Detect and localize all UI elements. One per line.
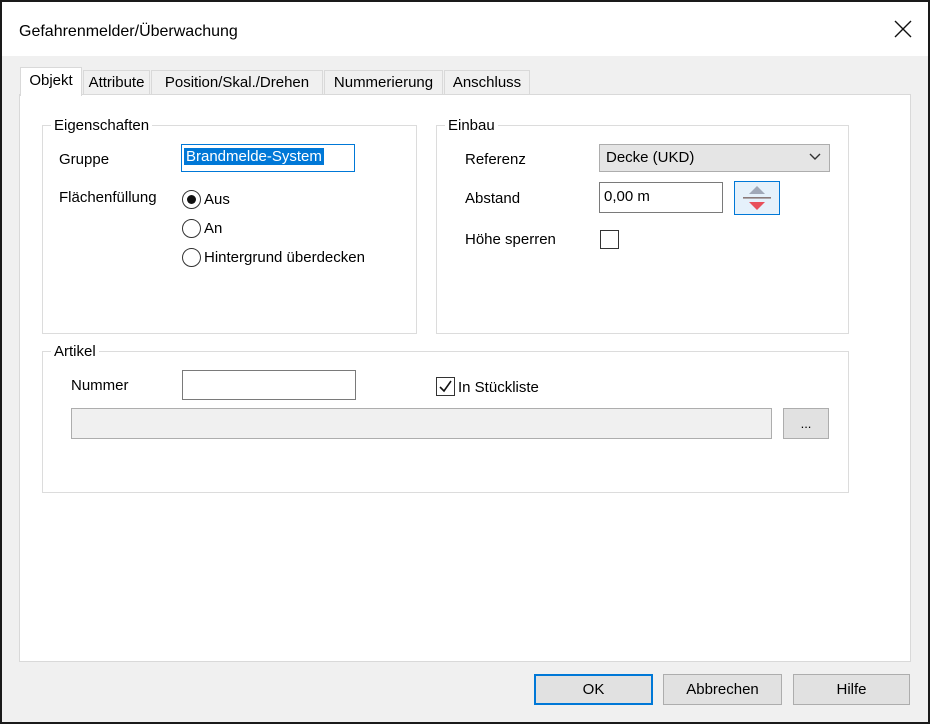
gruppe-value: Brandmelde-System: [184, 148, 324, 165]
gruppe-label: Gruppe: [59, 151, 110, 168]
tab-panel-objekt: Eigenschaften Gruppe Brandmelde-System F…: [19, 94, 911, 662]
abstand-label: Abstand: [465, 190, 521, 207]
help-button[interactable]: Hilfe: [793, 674, 910, 705]
gruppe-field[interactable]: Brandmelde-System: [181, 144, 355, 172]
browse-button[interactable]: ...: [783, 408, 829, 439]
eigenschaften-legend: Eigenschaften: [51, 117, 153, 134]
referenz-label: Referenz: [465, 151, 526, 168]
tab-anschluss[interactable]: Anschluss: [444, 70, 530, 95]
tab-objekt[interactable]: Objekt: [20, 67, 82, 96]
dialog-window: Gefahrenmelder/Überwachung Objekt Attrib…: [0, 0, 930, 724]
hoehe-sperren-label: Höhe sperren: [465, 231, 556, 248]
abstand-field[interactable]: 0,00 m: [599, 182, 723, 213]
close-icon: [894, 20, 912, 38]
referenz-value: Decke (UKD): [606, 149, 695, 166]
hoehe-sperren-checkbox[interactable]: [600, 230, 619, 249]
radio-hintergrund-label: Hintergrund überdecken: [204, 249, 365, 266]
nummer-label: Nummer: [71, 377, 129, 394]
radio-hintergrund[interactable]: Hintergrund überdecken: [182, 248, 365, 267]
height-toggle-button[interactable]: [734, 181, 780, 215]
window-title: Gefahrenmelder/Überwachung: [19, 23, 238, 40]
title-bar: Gefahrenmelder/Überwachung: [2, 2, 928, 56]
artikel-group: Artikel Nummer In Stückliste ...: [42, 343, 849, 493]
checkmark-icon: [439, 380, 452, 393]
radio-hintergrund-indicator: [182, 248, 201, 267]
radio-an[interactable]: An: [182, 219, 222, 238]
radio-aus-label: Aus: [204, 191, 230, 208]
referenz-dropdown[interactable]: Decke (UKD): [599, 144, 830, 172]
chevron-down-icon: [809, 153, 821, 160]
ok-button[interactable]: OK: [534, 674, 653, 705]
einbau-legend: Einbau: [445, 117, 498, 134]
flaechenfuellung-label: Flächenfüllung: [59, 189, 157, 206]
radio-aus-indicator: [182, 190, 201, 209]
radio-an-indicator: [182, 219, 201, 238]
stueckliste-checkbox[interactable]: [436, 377, 455, 396]
tab-nummerierung[interactable]: Nummerierung: [324, 70, 443, 95]
abstand-value: 0,00 m: [604, 188, 650, 205]
artikel-legend: Artikel: [51, 343, 99, 360]
einbau-group: Einbau Referenz Decke (UKD) Abstand 0,00…: [436, 117, 849, 334]
nummer-field[interactable]: [182, 370, 356, 400]
artikel-description-field: [71, 408, 772, 439]
eigenschaften-group: Eigenschaften Gruppe Brandmelde-System F…: [42, 117, 417, 334]
radio-an-label: An: [204, 220, 223, 237]
close-button[interactable]: [892, 18, 914, 40]
tab-position[interactable]: Position/Skal./Drehen: [151, 70, 323, 95]
height-arrows-icon: [743, 186, 771, 210]
cancel-button[interactable]: Abbrechen: [663, 674, 782, 705]
stueckliste-label: In Stückliste: [458, 379, 539, 396]
radio-aus[interactable]: Aus: [182, 190, 230, 209]
tab-attribute[interactable]: Attribute: [83, 70, 150, 95]
